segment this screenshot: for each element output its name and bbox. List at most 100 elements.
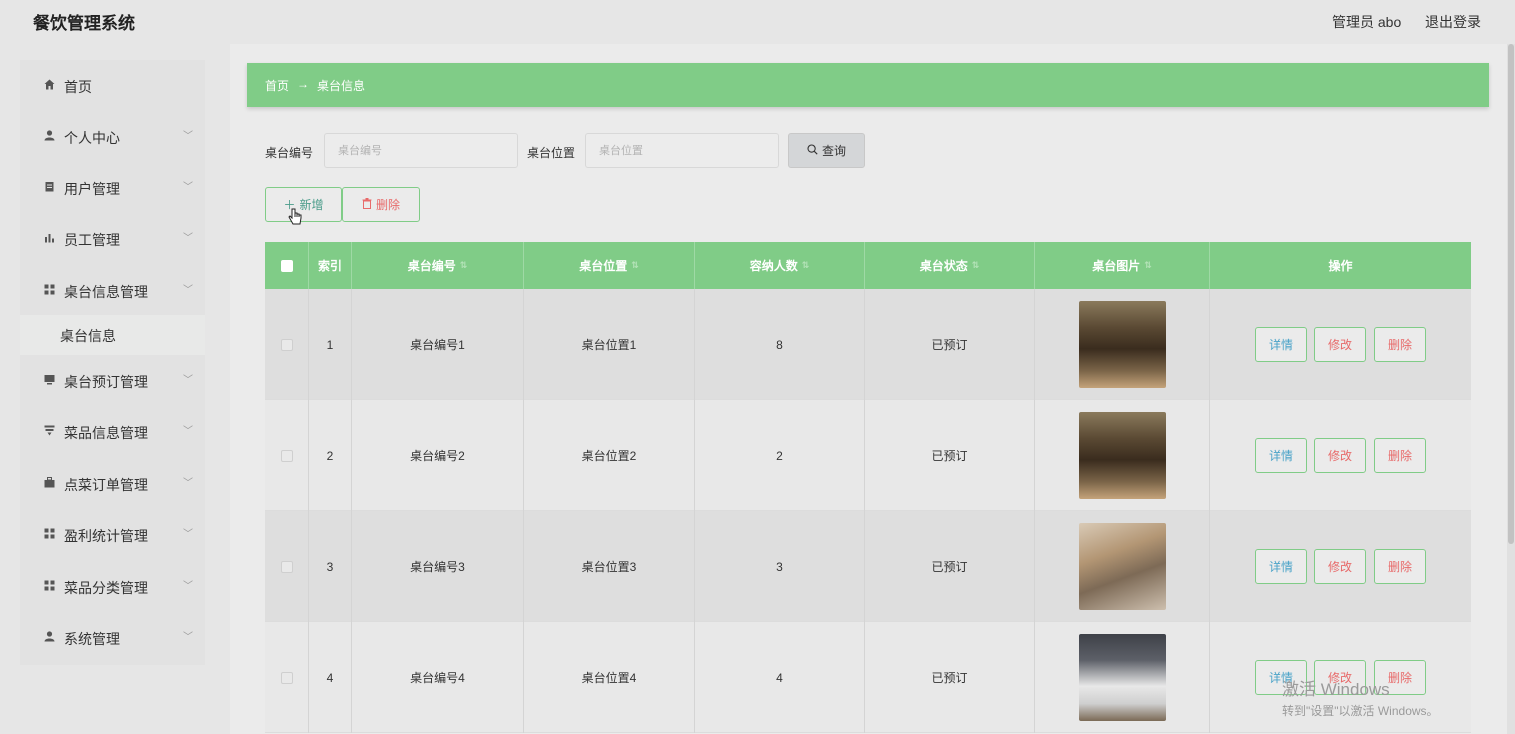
chevron-down-icon: ﹀ [183,182,193,193]
query-button[interactable]: 查询 [788,133,865,168]
cell-table-location: 桌台位置2 [524,400,695,511]
column-header-capacity[interactable]: 容纳人数 ⇅ [695,242,865,289]
row-checkbox[interactable] [265,622,309,733]
cell-index: 1 [309,289,352,400]
search-icon [807,143,818,158]
batch-delete-button[interactable]: 删除 [342,187,420,222]
cell-capacity: 8 [695,289,865,400]
sidebar-item-label: 桌台预订管理 [64,374,148,390]
cell-table-code: 桌台编号2 [352,400,524,511]
table-photo[interactable] [1078,412,1166,499]
sidebar-item-dish-category-management[interactable]: 菜品分类管理 ﹀ [20,566,205,606]
sidebar-item-dish-info-management[interactable]: 菜品信息管理 ﹀ [20,411,205,451]
sidebar-item-label: 盈利统计管理 [64,528,148,544]
sidebar-subitem-table-info[interactable]: 桌台信息 [20,315,205,355]
sidebar-subitem-label: 桌台信息 [60,328,116,344]
cell-index: 4 [309,622,352,733]
table-row: 2 桌台编号2 桌台位置2 2 已预订 详情 修改 删除 [265,400,1471,511]
breadcrumb-home[interactable]: 首页 [265,77,289,94]
sidebar-item-staff-management[interactable]: 员工管理 ﹀ [20,218,205,258]
cell-actions: 详情 修改 删除 [1210,511,1471,622]
sidebar-item-label: 点菜订单管理 [64,477,148,493]
cell-table-location: 桌台位置3 [524,511,695,622]
cell-status: 已预订 [865,511,1035,622]
sort-icon: ⇅ [971,260,980,270]
detail-button[interactable]: 详情 [1255,327,1307,362]
column-header-actions: 操作 [1328,259,1353,273]
delete-button[interactable]: 删除 [1374,438,1426,473]
table-photo[interactable] [1078,523,1166,610]
sidebar-item-system-management[interactable]: 系统管理 ﹀ [20,617,205,657]
cell-status: 已预订 [865,289,1035,400]
cell-actions: 详情 修改 删除 [1210,400,1471,511]
home-icon [43,78,55,90]
delete-button-label: 删除 [375,198,400,212]
chevron-down-icon: ﹀ [183,426,193,437]
table-row: 3 桌台编号3 桌台位置3 3 已预订 详情 修改 删除 [265,511,1471,622]
row-checkbox[interactable] [265,400,309,511]
table-photo[interactable] [1078,634,1166,721]
sidebar-item-table-booking-management[interactable]: 桌台预订管理 ﹀ [20,360,205,400]
edit-button[interactable]: 修改 [1314,438,1366,473]
grid-icon [43,527,55,539]
cell-image [1035,289,1210,400]
hand-cursor-icon [288,208,302,231]
cell-status: 已预订 [865,622,1035,733]
clipboard-icon [43,180,55,192]
bar-chart-icon [43,231,55,243]
sidebar-item-table-info-management[interactable]: 桌台信息管理 ﹀ [20,270,205,310]
edit-button[interactable]: 修改 [1314,549,1366,584]
table-row: 1 桌台编号1 桌台位置1 8 已预订 详情 修改 删除 [265,289,1471,400]
add-button[interactable]: ＋ 新增 [265,187,342,222]
sidebar-item-home[interactable]: 首页 [20,65,205,105]
row-checkbox[interactable] [265,289,309,400]
app-title: 餐饮管理系统 [33,14,135,33]
column-header-image[interactable]: 桌台图片 ⇅ [1035,242,1210,289]
cell-status: 已预订 [865,400,1035,511]
delete-button[interactable]: 删除 [1374,327,1426,362]
monitor-icon [43,373,55,385]
sidebar-item-label: 桌台信息管理 [64,284,148,300]
sidebar-item-profit-statistics[interactable]: 盈利统计管理 ﹀ [20,514,205,554]
cell-capacity: 4 [695,622,865,733]
chevron-down-icon: ﹀ [183,131,193,142]
sidebar-item-label: 菜品分类管理 [64,580,148,596]
column-header-status[interactable]: 桌台状态 ⇅ [865,242,1035,289]
detail-button[interactable]: 详情 [1255,549,1307,584]
table-location-input[interactable] [585,133,779,168]
sort-icon: ⇅ [1144,260,1152,270]
cell-capacity: 3 [695,511,865,622]
user-icon [43,129,55,141]
sidebar-item-label: 员工管理 [64,232,120,248]
sidebar-item-label: 个人中心 [64,130,120,146]
detail-button[interactable]: 详情 [1255,438,1307,473]
page-scrollbar[interactable] [1507,44,1515,734]
chevron-down-icon: ﹀ [183,529,193,540]
cell-image [1035,511,1210,622]
edit-button[interactable]: 修改 [1314,327,1366,362]
select-all-checkbox[interactable] [265,242,309,289]
sidebar-item-order-management[interactable]: 点菜订单管理 ﹀ [20,463,205,503]
sort-icon: ⇅ [631,260,639,270]
sidebar-item-label: 系统管理 [64,631,120,647]
sidebar-item-user-management[interactable]: 用户管理 ﹀ [20,167,205,207]
cell-actions: 详情 修改 删除 [1210,289,1471,400]
cell-index: 3 [309,511,352,622]
delete-button[interactable]: 删除 [1374,549,1426,584]
table-photo[interactable] [1078,301,1166,388]
top-bar: 餐饮管理系统 管理员 abo 退出登录 [0,0,1515,44]
scrollbar-thumb[interactable] [1508,44,1514,544]
table-code-label: 桌台编号 [265,146,314,160]
logout-link[interactable]: 退出登录 [1425,12,1481,32]
cell-table-code: 桌台编号3 [352,511,524,622]
sidebar-item-personal-center[interactable]: 个人中心 ﹀ [20,116,205,156]
grid-icon [43,283,55,295]
briefcase-icon [43,476,55,488]
sort-icon: ⇅ [801,260,810,270]
row-checkbox[interactable] [265,511,309,622]
column-header-table-code[interactable]: 桌台编号 ⇅ [352,242,524,289]
table-code-input[interactable] [324,133,518,168]
column-header-table-location[interactable]: 桌台位置 ⇅ [524,242,695,289]
chevron-down-icon: ﹀ [183,478,193,489]
cell-image [1035,400,1210,511]
